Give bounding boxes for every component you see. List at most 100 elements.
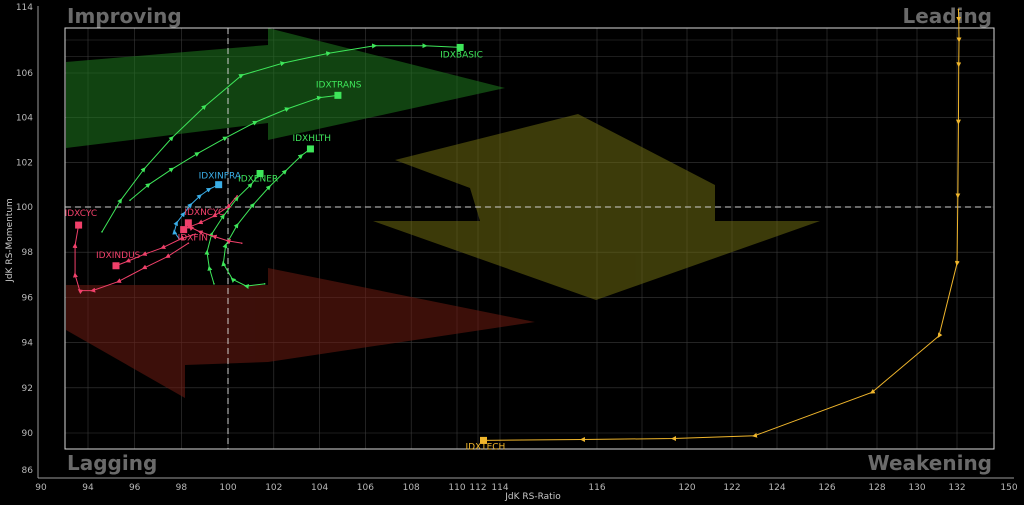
series-point bbox=[236, 197, 238, 199]
series-head-point[interactable] bbox=[306, 145, 314, 153]
series-point bbox=[224, 136, 227, 139]
y-tick-label: 102 bbox=[16, 158, 33, 168]
series-point bbox=[210, 233, 213, 235]
series-head-point[interactable] bbox=[184, 219, 192, 227]
x-tick-label: 102 bbox=[265, 483, 282, 493]
series-point bbox=[871, 391, 873, 394]
series-label: IDXINDUS bbox=[96, 251, 141, 261]
x-axis-title: JdK RS-Ratio bbox=[504, 492, 561, 502]
x-tick-label: 98 bbox=[176, 483, 188, 493]
series-point bbox=[187, 226, 190, 229]
series-point bbox=[213, 235, 215, 238]
x-tick-label: 110 bbox=[448, 483, 465, 493]
series-point bbox=[282, 62, 284, 64]
series-point bbox=[196, 152, 199, 155]
series-point bbox=[252, 203, 254, 206]
series-point bbox=[213, 283, 215, 285]
series-point bbox=[208, 188, 211, 190]
series-label: IDXTRANS bbox=[316, 80, 362, 90]
y-tick-label: 100 bbox=[16, 203, 33, 213]
series-head-point[interactable] bbox=[180, 226, 188, 234]
x-tick-label: 130 bbox=[908, 483, 925, 493]
y-axis-title: JdK RS-Momentum bbox=[5, 198, 15, 283]
series-point bbox=[222, 262, 225, 265]
series-point bbox=[208, 267, 211, 269]
series-point bbox=[236, 195, 238, 197]
x-tick-label: 96 bbox=[129, 483, 141, 493]
series-head-point[interactable] bbox=[75, 221, 83, 229]
series-point bbox=[263, 283, 266, 285]
series-point bbox=[938, 335, 940, 337]
series-point bbox=[199, 231, 201, 233]
y-tick-label: 106 bbox=[16, 69, 33, 79]
y-tick-label: 86 bbox=[22, 466, 34, 476]
series-label: IDXBASIC bbox=[440, 50, 483, 60]
series-point bbox=[171, 168, 173, 170]
series-point bbox=[957, 8, 960, 11]
series-point bbox=[227, 206, 229, 208]
series-head-point[interactable] bbox=[334, 91, 342, 99]
series-label: IDXFIN bbox=[178, 234, 208, 244]
x-tick-label: 116 bbox=[588, 483, 605, 493]
series-point bbox=[236, 224, 238, 226]
series-point bbox=[143, 253, 145, 256]
x-tick-label: 150 bbox=[1000, 483, 1017, 493]
series-point bbox=[203, 105, 206, 108]
x-tick-label: 108 bbox=[403, 483, 420, 493]
series-point bbox=[957, 121, 960, 123]
series-point bbox=[147, 183, 150, 186]
series-point bbox=[206, 251, 208, 253]
series-point bbox=[240, 242, 243, 244]
x-tick-label: 120 bbox=[678, 483, 695, 493]
rrg-chart: 90 94 96 98 100 102 104 106 108 110 112 114 116 120 12… bbox=[5, 3, 1018, 502]
series-point bbox=[78, 289, 81, 292]
series-label: IDXTECH bbox=[466, 442, 506, 452]
x-tick-label: 100 bbox=[219, 483, 236, 493]
x-tick-label: 128 bbox=[868, 483, 885, 493]
series-label: IDXCYC bbox=[65, 209, 98, 219]
series-label: IDXENER bbox=[238, 175, 278, 185]
series-head-point[interactable] bbox=[215, 181, 223, 189]
quadrant-label-lagging: Lagging bbox=[67, 451, 157, 475]
series-point bbox=[119, 199, 122, 202]
series-point bbox=[143, 168, 145, 170]
series-point bbox=[173, 231, 176, 233]
series-head-point[interactable] bbox=[112, 262, 120, 270]
x-tick-label: 112 bbox=[469, 483, 486, 493]
series-point bbox=[957, 18, 960, 21]
y-tick-label: 104 bbox=[16, 114, 33, 124]
x-tick-label: 90 bbox=[35, 483, 47, 493]
series-point bbox=[74, 244, 76, 247]
series-point bbox=[143, 267, 145, 269]
series-point bbox=[268, 186, 271, 188]
quadrant-label-improving: Improving bbox=[67, 4, 182, 28]
series-point bbox=[166, 255, 169, 258]
series-point bbox=[199, 195, 201, 197]
series-point bbox=[958, 39, 960, 41]
y-tick-label: 92 bbox=[22, 384, 33, 394]
quadrant-label-leading: Leading bbox=[902, 4, 992, 28]
series-point bbox=[213, 215, 215, 217]
x-tick-label: 126 bbox=[818, 483, 835, 493]
series-point bbox=[300, 154, 303, 157]
x-tick-label: 106 bbox=[357, 483, 374, 493]
series-point bbox=[318, 96, 321, 99]
series-point bbox=[254, 121, 257, 123]
series-point bbox=[74, 274, 76, 276]
series-point bbox=[957, 63, 960, 66]
series-point bbox=[327, 52, 330, 54]
series-point bbox=[672, 437, 675, 440]
series-point bbox=[957, 195, 959, 197]
series-point bbox=[231, 278, 234, 281]
x-tick-label: 122 bbox=[723, 483, 740, 493]
series-point bbox=[753, 434, 756, 437]
y-tick-label: 96 bbox=[22, 293, 34, 303]
series-point bbox=[161, 246, 164, 249]
x-tick-label: 124 bbox=[768, 483, 785, 493]
series-point bbox=[224, 244, 227, 247]
series-point bbox=[284, 170, 287, 173]
series-point bbox=[227, 240, 229, 242]
x-tick-label: 94 bbox=[82, 483, 94, 493]
series-label: IDXHLTH bbox=[292, 134, 331, 144]
x-tick-label: 132 bbox=[948, 483, 965, 493]
